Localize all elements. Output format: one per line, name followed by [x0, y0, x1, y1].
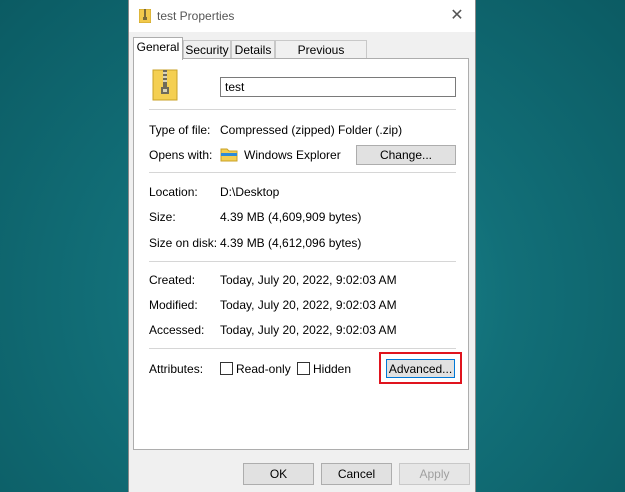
tab-security[interactable]: Security [183, 40, 231, 58]
modified-label: Modified: [149, 298, 198, 312]
location-label: Location: [149, 185, 198, 199]
size-label: Size: [149, 210, 176, 224]
read-only-checkbox[interactable] [220, 362, 233, 375]
created-label: Created: [149, 273, 196, 287]
type-of-file-value: Compressed (zipped) Folder (.zip) [220, 123, 403, 137]
tab-previous-versions[interactable]: Previous Versions [275, 40, 367, 75]
hidden-checkbox[interactable] [297, 362, 310, 375]
zip-folder-large-icon [152, 69, 178, 101]
tab-general[interactable]: General [133, 37, 183, 60]
created-value: Today, July 20, 2022, 9:02:03 AM [220, 273, 397, 287]
attributes-label: Attributes: [149, 362, 204, 376]
separator [149, 261, 456, 262]
apply-button[interactable]: Apply [399, 463, 470, 485]
ok-button[interactable]: OK [243, 463, 314, 485]
accessed-value: Today, July 20, 2022, 9:02:03 AM [220, 323, 397, 337]
accessed-label: Accessed: [149, 323, 205, 337]
opens-with-value: Windows Explorer [244, 148, 341, 162]
size-on-disk-label: Size on disk: [149, 236, 218, 250]
separator [149, 109, 456, 110]
location-value: D:\Desktop [220, 185, 280, 199]
separator [149, 172, 456, 173]
general-panel: Type of file: Compressed (zipped) Folder… [133, 58, 469, 450]
hidden-label: Hidden [313, 362, 352, 376]
change-button[interactable]: Change... [356, 145, 456, 165]
file-explorer-icon [220, 148, 238, 162]
window-title: test Properties [157, 9, 235, 23]
close-icon[interactable]: ✕ [447, 6, 467, 26]
size-on-disk-value: 4.39 MB (4,612,096 bytes) [220, 236, 362, 250]
type-of-file-label: Type of file: [149, 123, 211, 137]
properties-dialog: test Properties ✕ General Security Detai… [128, 0, 476, 492]
read-only-label: Read-only [236, 362, 291, 376]
separator [149, 348, 456, 349]
file-name-input[interactable] [220, 77, 456, 97]
cancel-button[interactable]: Cancel [321, 463, 392, 485]
advanced-button[interactable]: Advanced... [386, 359, 455, 378]
size-value: 4.39 MB (4,609,909 bytes) [220, 210, 362, 224]
tab-details[interactable]: Details [231, 40, 275, 58]
opens-with-label: Opens with: [149, 148, 213, 162]
title-bar[interactable]: test Properties ✕ [129, 0, 475, 32]
modified-value: Today, July 20, 2022, 9:02:03 AM [220, 298, 397, 312]
zip-folder-icon [139, 9, 151, 23]
